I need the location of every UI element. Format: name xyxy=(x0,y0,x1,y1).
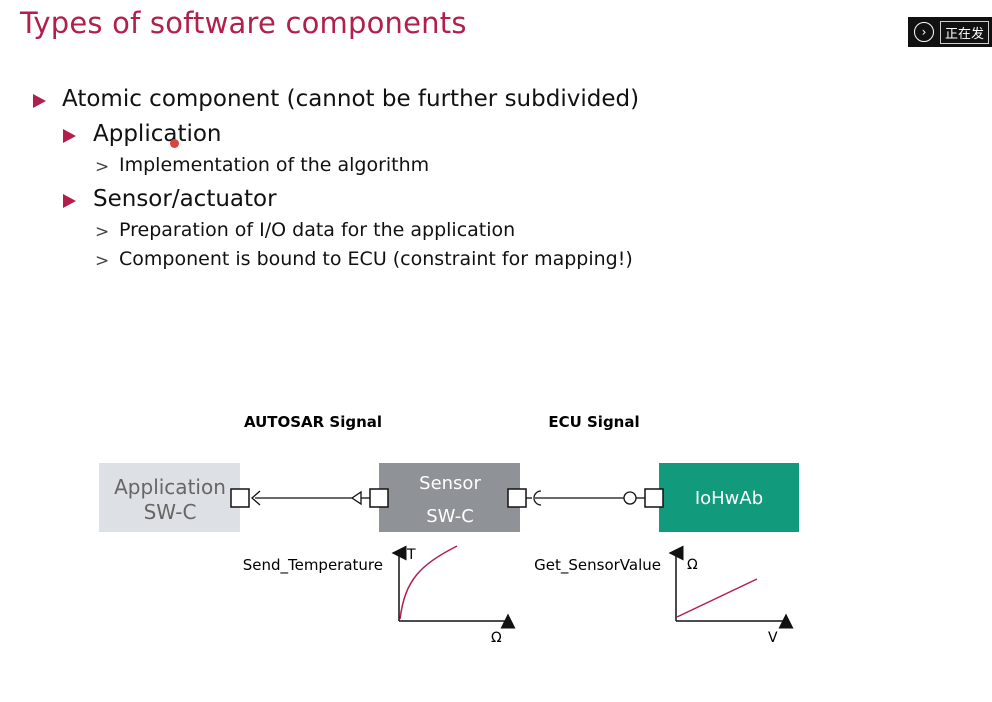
sensor-box-line1: Sensor xyxy=(419,473,481,494)
sensor-right-port xyxy=(507,488,527,508)
ecu-signal-label: ECU Signal xyxy=(548,413,639,431)
get-sensorvalue-label: Get_SensorValue xyxy=(534,556,661,575)
server-connector-icon xyxy=(623,491,637,505)
graph2-y-label: Ω xyxy=(687,557,698,573)
application-port xyxy=(230,488,250,508)
sensor-value-line xyxy=(676,578,758,618)
iohwab-port xyxy=(644,488,664,508)
sender-connector-icon xyxy=(350,490,362,506)
temperature-curve-graph: T Ω xyxy=(391,545,516,646)
sensor-left-port xyxy=(369,488,389,508)
graph1-x-label: Ω xyxy=(491,630,502,646)
autosar-diagram: AUTOSAR Signal ECU Signal Application SW… xyxy=(99,413,799,646)
graph2-x-label: V xyxy=(768,630,778,646)
application-box-line2: SW-C xyxy=(144,500,197,524)
iohwab-box-label: IoHwAb xyxy=(695,488,763,509)
sensor-value-graph: Ω V xyxy=(668,545,794,646)
application-box-line1: Application xyxy=(114,475,226,499)
autosar-signal-label: AUTOSAR Signal xyxy=(244,413,382,431)
sensor-box-line2: SW-C xyxy=(426,506,474,527)
graph1-y-label: T xyxy=(406,547,416,563)
send-temperature-label: Send_Temperature xyxy=(243,556,383,575)
